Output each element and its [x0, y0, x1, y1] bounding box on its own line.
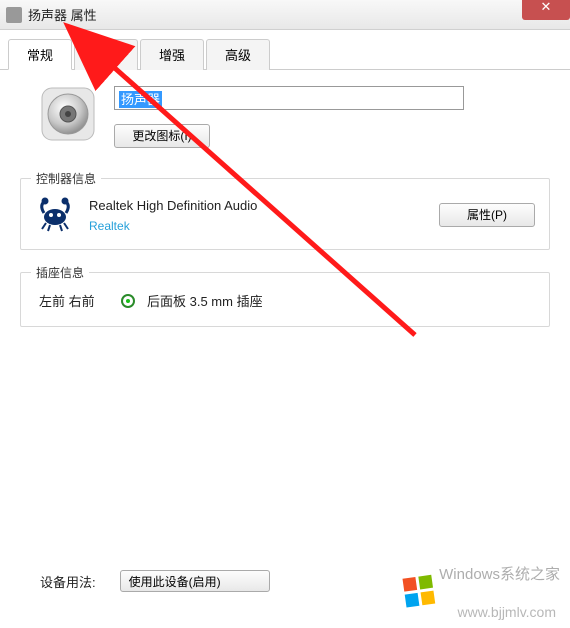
device-row: 扬声器 更改图标(I) — [40, 86, 550, 148]
close-button[interactable]: ✕ — [522, 0, 570, 20]
tab-enhancements[interactable]: 增强 — [140, 39, 204, 70]
watermark-text-1: Windows系统之家 — [439, 563, 560, 584]
watermark-text-2: www.bjjmlv.com — [457, 604, 556, 620]
controller-vendor: Realtek — [89, 219, 425, 233]
device-name-input[interactable]: 扬声器 — [114, 86, 464, 110]
windows-logo-icon — [398, 570, 442, 614]
speaker-icon — [40, 86, 96, 142]
tab-levels[interactable]: 级别 — [74, 39, 138, 70]
device-usage-label: 设备用法: — [40, 572, 96, 591]
device-name-text: 扬声器 — [119, 91, 162, 108]
tabstrip: 常规 级别 增强 高级 — [0, 30, 570, 70]
jack-led-icon — [121, 294, 135, 308]
controller-properties-button[interactable]: 属性(P) — [439, 203, 535, 227]
jack-row: 左前 右前 后面板 3.5 mm 插座 — [35, 289, 535, 312]
device-usage-row: 设备用法: 使用此设备(启用) — [40, 570, 270, 592]
tab-general[interactable]: 常规 — [8, 39, 72, 70]
titlebar: 扬声器 属性 ✕ — [0, 0, 570, 30]
controller-name: Realtek High Definition Audio — [89, 198, 425, 213]
jack-position-label: 左前 右前 — [39, 291, 109, 310]
controller-row: Realtek High Definition Audio Realtek 属性… — [35, 195, 535, 235]
controller-groupbox: 控制器信息 Realtek High Definition Audio Real… — [20, 178, 550, 250]
controller-text: Realtek High Definition Audio Realtek — [89, 198, 425, 233]
jack-section-title: 插座信息 — [31, 264, 89, 281]
jack-groupbox: 插座信息 左前 右前 后面板 3.5 mm 插座 — [20, 272, 550, 327]
tab-advanced[interactable]: 高级 — [206, 39, 270, 70]
device-usage-value: 使用此设备(启用) — [129, 573, 221, 590]
change-icon-button[interactable]: 更改图标(I) — [114, 124, 210, 148]
window-icon — [6, 7, 22, 23]
realtek-crab-icon — [35, 195, 75, 235]
tab-content: 扬声器 更改图标(I) 控制器信息 Realtek High — [0, 70, 570, 365]
device-usage-dropdown[interactable]: 使用此设备(启用) — [120, 570, 270, 592]
device-right: 扬声器 更改图标(I) — [114, 86, 550, 148]
controller-section-title: 控制器信息 — [31, 170, 101, 187]
jack-description: 后面板 3.5 mm 插座 — [147, 291, 263, 310]
window-title: 扬声器 属性 — [28, 5, 97, 24]
